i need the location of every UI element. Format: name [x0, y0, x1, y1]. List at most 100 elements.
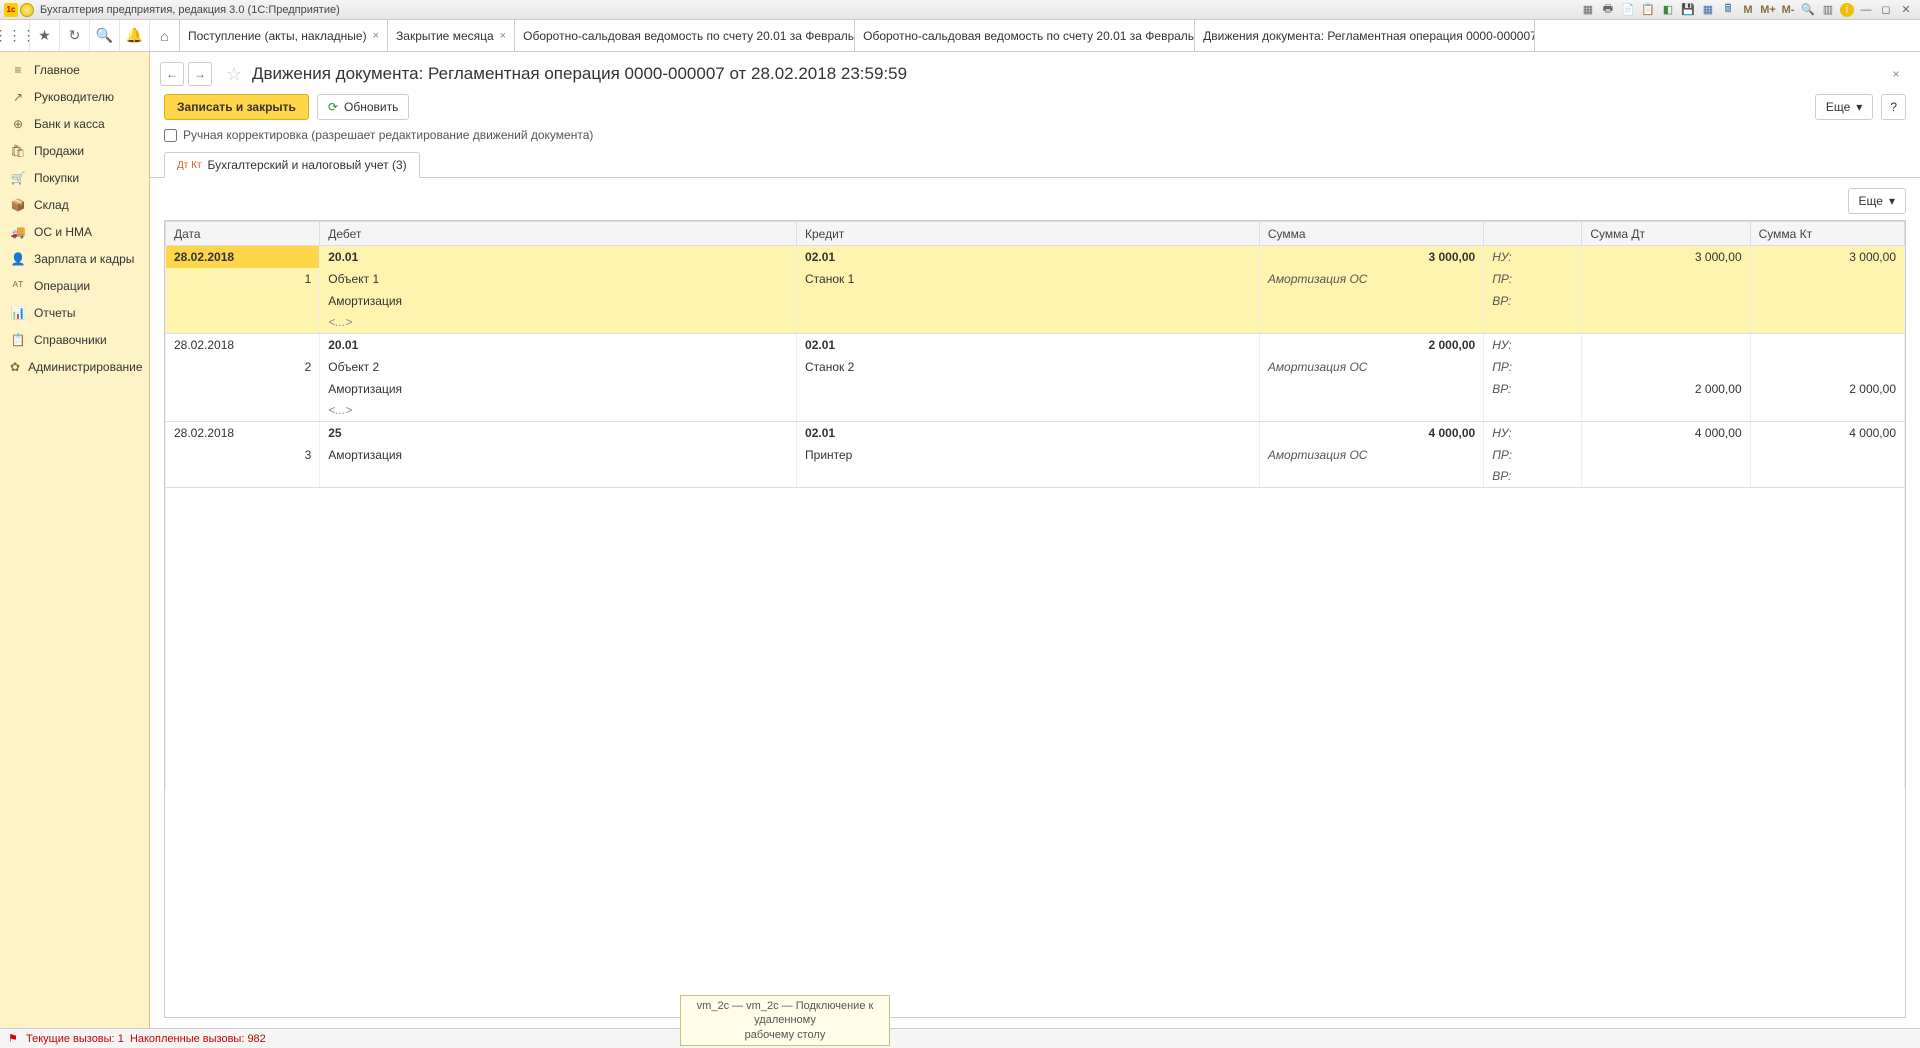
sidebar-item-bank[interactable]: ⊕ Банк и касса	[0, 110, 149, 137]
sidebar-item-label: Справочники	[34, 333, 107, 347]
rdp-line1: vm_2c — vm_2c — Подключение к удаленному	[691, 999, 879, 1028]
sidebar-reports-icon: 📊	[10, 306, 26, 320]
info-icon[interactable]: i	[1840, 3, 1854, 17]
help-button[interactable]: ?	[1881, 94, 1906, 120]
refresh-icon: ⟳	[328, 100, 338, 114]
tab-close-icon[interactable]: ×	[373, 30, 379, 42]
table-row[interactable]: 28.02.2018 20.01 02.01 3 000,00 НУ: 3 00…	[166, 246, 1905, 268]
window-titlebar: 1c Бухгалтерия предприятия, редакция 3.0…	[0, 0, 1920, 20]
sidebar-item-warehouse[interactable]: 📦Склад	[0, 191, 149, 218]
table-row[interactable]: 28.02.2018 20.01 02.01 2 000,00 НУ:	[166, 334, 1905, 356]
table-row[interactable]: Амортизация ВР: 2 000,00 2 000,00	[166, 378, 1905, 400]
window-title: Бухгалтерия предприятия, редакция 3.0 (1…	[40, 4, 340, 16]
panels-icon[interactable]: ▥	[1820, 2, 1836, 18]
compare-icon[interactable]: ◧	[1660, 2, 1676, 18]
sidebar-item-label: Операции	[34, 279, 90, 293]
chevron-down-icon: ▾	[1856, 100, 1862, 114]
table-row[interactable]: Амортизация ВР:	[166, 290, 1905, 312]
calendar-icon[interactable]: ▦	[1700, 2, 1716, 18]
app-logo-icon: 1c	[4, 3, 18, 17]
status-accum-val: 982	[247, 1033, 265, 1045]
star-icon[interactable]: ★	[30, 20, 60, 51]
sidebar-item-label: Отчеты	[34, 306, 75, 320]
more-button[interactable]: Еще ▾	[1815, 94, 1873, 120]
th-sum[interactable]: Сумма	[1259, 222, 1483, 246]
print-icon[interactable]: 🖶	[1600, 2, 1616, 18]
app-menu-dropdown-icon[interactable]	[20, 3, 34, 17]
sidebar-item-manager[interactable]: ↗Руководителю	[0, 83, 149, 110]
refresh-button[interactable]: ⟳Обновить	[317, 94, 409, 120]
calc-icon[interactable]: 🖩	[1720, 2, 1736, 18]
history-icon[interactable]: ↻	[60, 20, 90, 51]
sidebar: ≡Главное ↗Руководителю ⊕ Банк и касса 🛍Пр…	[0, 52, 150, 1028]
m-icon[interactable]: M	[1740, 2, 1756, 18]
th-sum-dt[interactable]: Сумма Дт	[1582, 222, 1750, 246]
sidebar-bank-icon: ⊕	[10, 117, 26, 131]
apps-icon[interactable]: ⋮⋮⋮	[0, 20, 30, 51]
toolbar-icon[interactable]: ▦	[1580, 2, 1596, 18]
close-page-icon[interactable]: ×	[1886, 64, 1906, 84]
m-minus-icon[interactable]: M-	[1780, 2, 1796, 18]
home-icon[interactable]: ⌂	[150, 20, 180, 51]
table-row[interactable]: 3 Амортизация Принтер Амортизация ОС ПР:	[166, 444, 1905, 466]
rdp-tooltip: vm_2c — vm_2c — Подключение к удаленному…	[680, 995, 890, 1046]
tab-4[interactable]: Движения документа: Регламентная операци…	[1195, 20, 1535, 51]
tab-close-icon[interactable]: ×	[500, 30, 506, 42]
table-row[interactable]: <...>	[166, 400, 1905, 422]
tab-0[interactable]: Поступление (акты, накладные)×	[180, 20, 388, 51]
sidebar-item-label: Покупки	[34, 171, 79, 185]
zoom-icon[interactable]: 🔍	[1800, 2, 1816, 18]
sidebar-item-label: Банк и касса	[34, 117, 105, 131]
th-debit[interactable]: Дебет	[320, 222, 797, 246]
save-close-button[interactable]: Записать и закрыть	[164, 94, 309, 120]
minimize-icon[interactable]: —	[1858, 2, 1874, 18]
nav-forward-button[interactable]: →	[188, 62, 212, 86]
sidebar-item-label: ОС и НМА	[34, 225, 92, 239]
sidebar-item-assets[interactable]: 🚚ОС и НМА	[0, 218, 149, 245]
nav-back-button[interactable]: ←	[160, 62, 184, 86]
tab-3[interactable]: Оборотно-сальдовая ведомость по счету 20…	[855, 20, 1195, 51]
sidebar-item-label: Зарплата и кадры	[34, 252, 134, 266]
save-icon[interactable]: 💾	[1680, 2, 1696, 18]
table-row[interactable]: <...>	[166, 312, 1905, 334]
sidebar-salary-icon: 👤	[10, 252, 26, 266]
table-row[interactable]: 1 Объект 1 Станок 1 Амортизация ОС ПР:	[166, 268, 1905, 290]
table-row[interactable]: 2 Объект 2 Станок 2 Амортизация ОС ПР:	[166, 356, 1905, 378]
tab-1[interactable]: Закрытие месяца×	[388, 20, 515, 51]
sidebar-item-sales[interactable]: 🛍Продажи	[0, 137, 149, 164]
th-credit[interactable]: Кредит	[797, 222, 1260, 246]
sidebar-purchases-icon: 🛒	[10, 171, 26, 185]
sidebar-item-main[interactable]: ≡Главное	[0, 56, 149, 83]
sidebar-item-admin[interactable]: ✿Администрирование	[0, 353, 149, 380]
sidebar-item-purchases[interactable]: 🛒 Покупки	[0, 164, 149, 191]
search-icon[interactable]: 🔍	[90, 20, 120, 51]
close-window-icon[interactable]: ✕	[1898, 2, 1914, 18]
entries-grid[interactable]: Дата Дебет Кредит Сумма Сумма Дт Сумма К…	[164, 220, 1906, 1018]
accounting-tab-label: Бухгалтерский и налоговый учет (3)	[208, 158, 407, 172]
grid-more-button[interactable]: Еще ▾	[1848, 188, 1906, 214]
sidebar-manager-icon: ↗	[10, 90, 26, 104]
doc-icon[interactable]: 📄	[1620, 2, 1636, 18]
table-row[interactable]: 28.02.2018 25 02.01 4 000,00 НУ: 4 000,0…	[166, 422, 1905, 444]
sidebar-item-catalogs[interactable]: 📋 Справочники	[0, 326, 149, 353]
table-row[interactable]: ВР:	[166, 466, 1905, 488]
sidebar-item-reports[interactable]: 📊 Отчеты	[0, 299, 149, 326]
tab-2[interactable]: Оборотно-сальдовая ведомость по счету 20…	[515, 20, 855, 51]
sidebar-item-salary[interactable]: 👤 Зарплата и кадры	[0, 245, 149, 272]
th-date[interactable]: Дата	[166, 222, 320, 246]
sidebar-item-operations[interactable]: ᴬᵀОперации	[0, 272, 149, 299]
m-plus-icon[interactable]: M+	[1760, 2, 1776, 18]
favorite-icon[interactable]: ☆	[222, 62, 246, 86]
accounting-tab[interactable]: Дт Кт Бухгалтерский и налоговый учет (3)	[164, 152, 420, 178]
accounting-tab-icon: Дт Кт	[177, 160, 202, 171]
manual-edit-checkbox[interactable]	[164, 129, 177, 142]
content-area: ← → ☆ Движения документа: Регламентная о…	[150, 52, 1920, 1028]
clipboard-icon[interactable]: 📋	[1640, 2, 1656, 18]
bell-icon[interactable]: 🔔	[120, 20, 150, 51]
sidebar-catalogs-icon: 📋	[10, 333, 26, 347]
maximize-icon[interactable]: ◻	[1878, 2, 1894, 18]
th-sum-kt[interactable]: Сумма Кт	[1750, 222, 1904, 246]
th-blank	[1484, 222, 1582, 246]
sidebar-sales-icon: 🛍	[10, 144, 26, 158]
status-current-val: 1	[118, 1033, 124, 1045]
